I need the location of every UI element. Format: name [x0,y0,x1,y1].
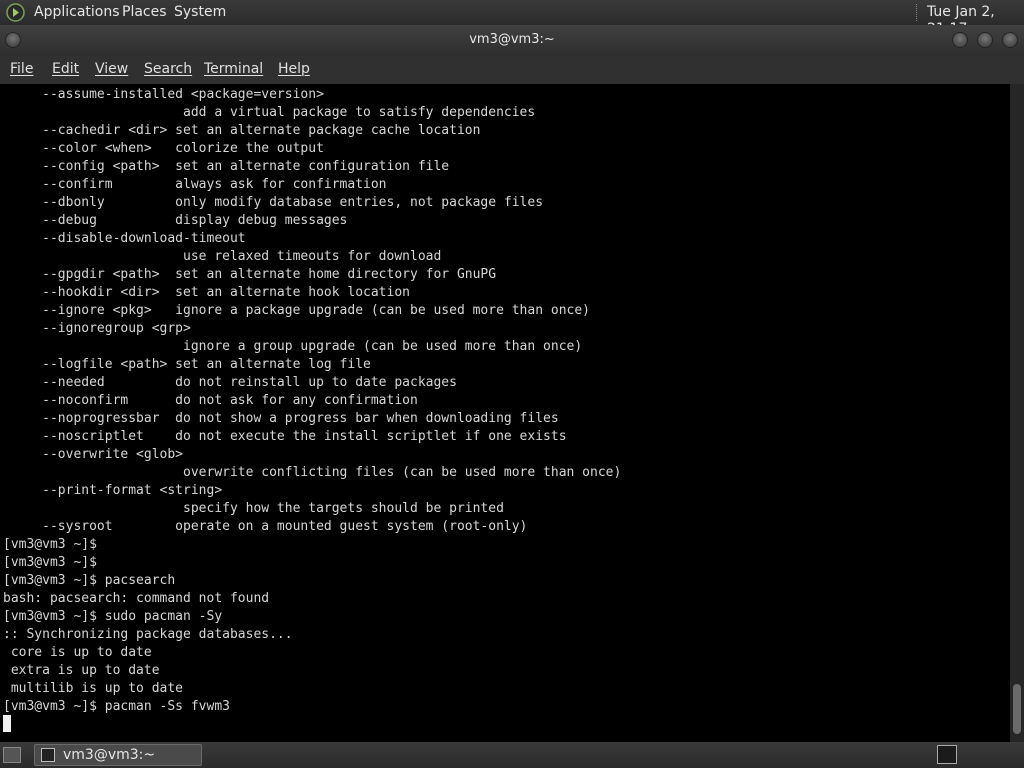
menu-file[interactable]: File [10,61,33,77]
terminal-line: use relaxed timeouts for download [3,249,442,264]
terminal-lines: --assume-installed <package=version> add… [3,86,621,716]
taskbar-window-label: vm3@vm3:~ [63,747,156,763]
terminal-line: --confirm always ask for confirmation [3,177,387,192]
tray-terminal-icon[interactable] [937,745,957,764]
terminal-line: multilib is up to date [3,681,184,696]
menu-search[interactable]: Search [144,61,192,77]
terminal-line: --overwrite <glob> [3,447,184,462]
close-button[interactable] [1002,32,1018,48]
top-panel: Applications Places System Tue Jan 2, 21… [0,0,1024,37]
show-desktop-icon[interactable] [3,747,21,763]
terminal-line: --noconfirm do not ask for any confirmat… [3,393,418,408]
terminal-icon [41,748,55,762]
taskbar-window-button[interactable]: vm3@vm3:~ [34,744,202,766]
bottom-panel: vm3@vm3:~ [0,742,1024,768]
terminal-line: --logfile <path> set an alternate log fi… [3,357,371,372]
terminal-line: --assume-installed <package=version> [3,87,324,102]
terminal-line: --gpgdir <path> set an alternate home di… [3,267,497,282]
terminal-line: --dbonly only modify database entries, n… [3,195,544,210]
menu-help[interactable]: Help [278,61,310,77]
terminal-line: [vm3@vm3 ~]$ [3,537,97,552]
system-menu[interactable]: System [174,4,226,21]
panel-separator [916,4,919,21]
terminal-line: [vm3@vm3 ~]$ [3,555,97,570]
menu-view[interactable]: View [95,61,128,77]
terminal-line: --noprogressbar do not show a progress b… [3,411,559,426]
terminal-line: --disable-download-timeout [3,231,246,246]
scrollbar-thumb[interactable] [1013,684,1021,734]
terminal-line: extra is up to date [3,663,160,678]
window-titlebar[interactable]: vm3@vm3:~ [0,25,1024,56]
distro-logo-icon[interactable] [6,3,25,22]
terminal-menubar: File Edit View Search Terminal Help [0,56,1024,84]
terminal-line: --sysroot operate on a mounted guest sys… [3,519,528,534]
terminal-line: --needed do not reinstall up to date pac… [3,375,457,390]
terminal-line: --print-format <string> [3,483,223,498]
terminal-line: :: Synchronizing package databases... [3,627,293,642]
terminal-line: ignore a group upgrade (can be used more… [3,339,583,354]
terminal-line: --cachedir <dir> set an alternate packag… [3,123,481,138]
text-cursor [3,715,11,732]
applications-menu[interactable]: Applications [34,4,120,21]
terminal-line: --debug display debug messages [3,213,348,228]
terminal-line: [vm3@vm3 ~]$ pacman -Ss fvwm3 [3,699,230,714]
terminal-line: --color <when> colorize the output [3,141,324,156]
terminal-line: add a virtual package to satisfy depende… [3,105,536,120]
menu-edit[interactable]: Edit [52,61,79,77]
terminal-line: specify how the targets should be printe… [3,501,504,516]
terminal-scrollbar[interactable] [1010,84,1024,742]
maximize-button[interactable] [977,32,993,48]
terminal-output[interactable]: --assume-installed <package=version> add… [0,84,1010,742]
terminal-line: --noscriptlet do not execute the install… [3,429,567,444]
minimize-button[interactable] [952,32,968,48]
menu-terminal[interactable]: Terminal [204,61,263,77]
terminal-line: --hookdir <dir> set an alternate hook lo… [3,285,410,300]
places-menu[interactable]: Places [122,4,167,21]
terminal-line: --config <path> set an alternate configu… [3,159,450,174]
terminal-line: --ignore <pkg> ignore a package upgrade … [3,303,590,318]
terminal-line: [vm3@vm3 ~]$ sudo pacman -Sy [3,609,223,624]
terminal-line: bash: pacsearch: command not found [3,591,270,606]
window-title: vm3@vm3:~ [469,32,555,47]
terminal-line: [vm3@vm3 ~]$ pacsearch [3,573,176,588]
terminal-line: overwrite conflicting files (can be used… [3,465,622,480]
terminal-line: --ignoregroup <grp> [3,321,191,336]
terminal-line: core is up to date [3,645,152,660]
